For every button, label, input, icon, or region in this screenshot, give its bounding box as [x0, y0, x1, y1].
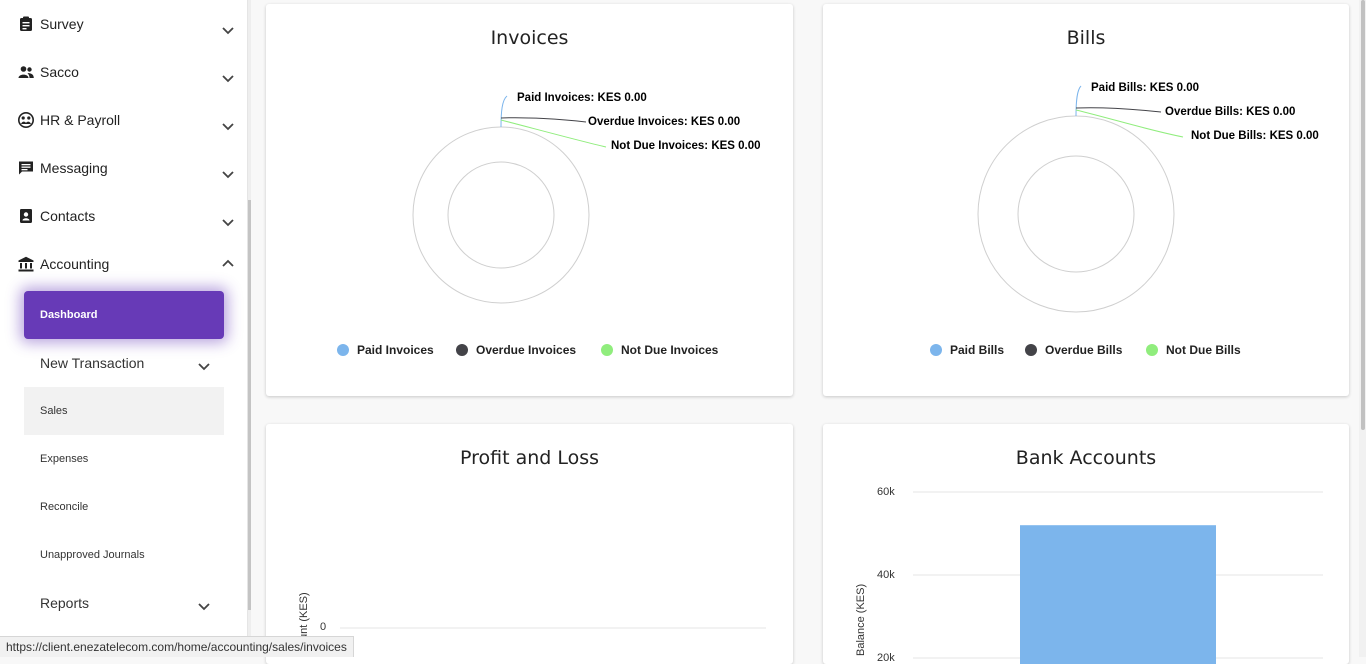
invoices-card: Invoices Paid Invoices: KES 0.00 Overdue… [266, 4, 793, 396]
legend-label: Not Due Invoices [621, 343, 719, 357]
chevron-down-icon [222, 171, 234, 179]
sidebar-subitem-label: Reconcile [40, 501, 89, 513]
callout-line-paid [500, 95, 508, 128]
sidebar-subitem-reports[interactable]: Reports [24, 579, 224, 627]
sidebar-subitem-expenses[interactable]: Expenses [24, 435, 224, 483]
sidebar-item-survey[interactable]: Survey [0, 0, 247, 48]
sidebar-item-messaging[interactable]: Messaging [0, 144, 247, 192]
callout-line-overdue [1075, 107, 1162, 113]
sidebar-subitem-new-transaction[interactable]: New Transaction [24, 339, 224, 387]
sidebar-item-contacts[interactable]: Contacts [0, 192, 247, 240]
y-axis-title: unt (KES) [298, 592, 310, 640]
legend-overdue-bills[interactable]: Overdue Bills [1025, 343, 1122, 357]
callout-paid-invoices: Paid Invoices: KES 0.00 [517, 92, 647, 104]
sidebar-scrollbar-thumb[interactable] [248, 200, 251, 610]
bar-bank-balance[interactable] [1020, 525, 1216, 664]
pie-inner-ring [1017, 155, 1135, 273]
people-icon [18, 64, 34, 80]
y-tick-40k: 40k [877, 569, 895, 581]
sidebar-subitem-unapproved-journals[interactable]: Unapproved Journals [24, 531, 224, 579]
legend-dot [601, 344, 613, 356]
profit-loss-chart [340, 627, 766, 629]
y-tick-60k: 60k [877, 486, 895, 498]
contacts-icon [18, 208, 34, 224]
pie-outer-ring [977, 115, 1175, 313]
chevron-down-icon [198, 363, 210, 371]
legend-dot [1025, 344, 1037, 356]
status-url-bar: https://client.enezatelecom.com/home/acc… [0, 636, 354, 657]
legend-label: Not Due Bills [1166, 343, 1241, 357]
bank-accounts-card: Bank Accounts 60k 40k 20k Balance (KES) [823, 424, 1349, 664]
y-tick-20k: 20k [877, 652, 895, 664]
legend-dot [456, 344, 468, 356]
legend-paid-invoices[interactable]: Paid Invoices [337, 343, 434, 357]
message-icon [18, 160, 34, 176]
legend-dot [337, 344, 349, 356]
clipboard-icon [18, 16, 34, 32]
sidebar-subitem-dashboard[interactable]: Dashboard [24, 291, 224, 339]
callout-overdue-invoices: Overdue Invoices: KES 0.00 [588, 116, 741, 128]
legend-dot [1146, 344, 1158, 356]
page-scrollbar-thumb[interactable] [1361, 0, 1365, 430]
chevron-up-icon [222, 259, 234, 267]
sidebar-item-label: Survey [40, 16, 84, 32]
invoices-pie-chart [412, 95, 607, 304]
legend-not-due-bills[interactable]: Not Due Bills [1146, 343, 1241, 357]
bills-pie-chart [977, 85, 1184, 313]
sidebar-subitem-label: Dashboard [40, 309, 98, 321]
bills-card: Bills Paid Bills: KES 0.00 Overdue Bills… [823, 4, 1349, 396]
legend-dot [930, 344, 942, 356]
legend-label: Paid Bills [950, 343, 1005, 357]
legend-paid-bills[interactable]: Paid Bills [930, 343, 1004, 357]
sidebar-item-label: Contacts [40, 208, 96, 224]
sidebar: Survey Sacco HR & Payroll Messaging Cont… [0, 0, 248, 657]
callout-not-due-bills: Not Due Bills: KES 0.00 [1191, 130, 1319, 142]
sidebar-subitem-label: New Transaction [40, 355, 145, 371]
sidebar-subitem-label: Reports [40, 595, 90, 611]
sidebar-item-accounting[interactable]: Accounting [0, 240, 247, 288]
sidebar-item-hr-payroll[interactable]: HR & Payroll [0, 96, 247, 144]
callout-not-due-invoices: Not Due Invoices: KES 0.00 [611, 140, 761, 152]
bank-accounts-chart [913, 491, 1323, 664]
sidebar-subitem-reconcile[interactable]: Reconcile [24, 483, 224, 531]
sidebar-item-label: Sacco [40, 64, 79, 80]
chevron-down-icon [222, 219, 234, 227]
legend-label: Overdue Bills [1045, 343, 1123, 357]
callout-line-overdue [500, 117, 587, 123]
legend-overdue-invoices[interactable]: Overdue Invoices [456, 343, 576, 357]
pie-outer-ring [412, 126, 590, 304]
legend-label: Paid Invoices [357, 343, 434, 357]
sidebar-item-sacco[interactable]: Sacco [0, 48, 247, 96]
chevron-down-icon [198, 603, 210, 611]
callout-paid-bills: Paid Bills: KES 0.00 [1091, 82, 1200, 94]
sidebar-subitem-sales[interactable]: Sales [24, 387, 224, 435]
legend-not-due-invoices[interactable]: Not Due Invoices [601, 343, 718, 357]
sidebar-item-label: HR & Payroll [40, 112, 121, 128]
bank-icon [18, 256, 34, 272]
chevron-down-icon [222, 123, 234, 131]
sidebar-subitem-label: Sales [40, 405, 68, 417]
chevron-down-icon [222, 27, 234, 35]
y-tick-zero: 0 [320, 621, 327, 633]
sidebar-item-label: Accounting [40, 256, 110, 272]
globe-person-icon [18, 112, 34, 128]
sidebar-subitem-label: Expenses [40, 453, 89, 465]
y-axis-title: Balance (KES) [855, 583, 867, 656]
legend-label: Overdue Invoices [476, 343, 577, 357]
sidebar-subitem-label: Unapproved Journals [40, 549, 145, 561]
pie-inner-ring [447, 161, 555, 269]
callout-overdue-bills: Overdue Bills: KES 0.00 [1165, 106, 1296, 118]
profit-loss-card: Profit and Loss 0 unt (KES) [266, 424, 793, 664]
chevron-down-icon [222, 75, 234, 83]
sidebar-item-label: Messaging [40, 160, 108, 176]
